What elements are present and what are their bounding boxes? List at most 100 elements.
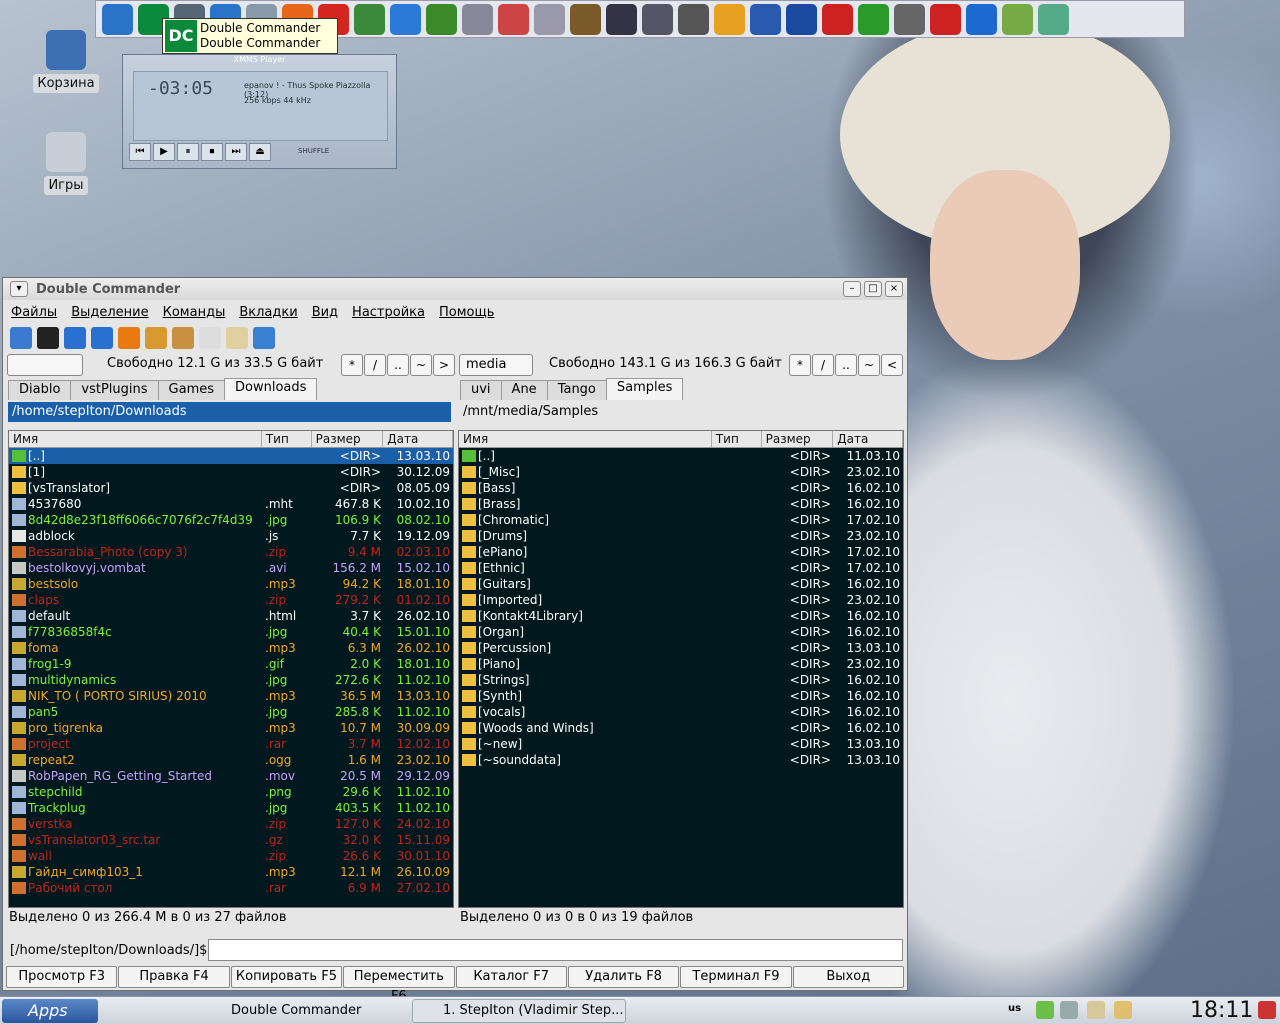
column-header-1[interactable]: Тип [712, 431, 762, 447]
apps-menu-button[interactable]: Apps [2, 999, 98, 1023]
xchat-icon[interactable] [426, 3, 457, 35]
file-row[interactable]: stepchild .png 29.6 K 11.02.10 [9, 784, 453, 800]
right-nav-button[interactable]: .. [835, 354, 857, 376]
paste-icon[interactable] [226, 327, 248, 349]
right-nav-button[interactable]: / [812, 354, 834, 376]
column-header-0[interactable]: Имя [9, 431, 262, 447]
network-icon[interactable] [930, 3, 961, 35]
notes-icon[interactable] [534, 3, 565, 35]
book-icon[interactable] [570, 3, 601, 35]
photo-icon[interactable] [354, 3, 385, 35]
file-row[interactable]: Bessarabia_Photo (copy 3) .zip 9.4 M 02.03.… [9, 544, 453, 560]
window-menu-icon[interactable]: ▾ [10, 281, 28, 297]
right-path[interactable]: /mnt/media/Samples [459, 402, 903, 422]
file-manager-icon[interactable] [102, 3, 133, 35]
file-row[interactable]: [~new] <DIR> 13.03.10 [459, 736, 903, 752]
file-row[interactable]: verstka .zip 127.0 K 24.02.10 [9, 816, 453, 832]
menu-item[interactable]: Команды [163, 305, 226, 320]
shield-icon[interactable] [894, 3, 925, 35]
file-row[interactable]: pro_tigrenka .mp3 10.7 M 30.09.09 [9, 720, 453, 736]
file-row[interactable]: Trackplug .jpg 403.5 K 11.02.10 [9, 800, 453, 816]
file-row[interactable]: 8d42d8e23f18ff6066c7076f2c7f4d39 .jpg 106.… [9, 512, 453, 528]
function-key-button[interactable]: Копировать F5 [230, 966, 343, 988]
file-row[interactable]: [..] <DIR> 13.03.10 [9, 448, 453, 464]
file-row[interactable]: bestolkovyj.vombat .avi 156.2 M 15.02.10 [9, 560, 453, 576]
tool-icon[interactable] [390, 3, 421, 35]
xmms-control-button[interactable]: ⏹ [201, 143, 223, 161]
file-row[interactable]: [ePiano] <DIR> 17.02.10 [459, 544, 903, 560]
monitor-icon[interactable] [498, 3, 529, 35]
xmms-control-button[interactable]: ▶ [153, 143, 175, 161]
file-row[interactable]: [Guitars] <DIR> 16.02.10 [459, 576, 903, 592]
earth-icon[interactable] [966, 3, 997, 35]
file-row[interactable]: [_Misc] <DIR> 23.02.10 [459, 464, 903, 480]
menu-item[interactable]: Настройка [352, 305, 425, 320]
command-line-input[interactable] [208, 939, 903, 961]
function-key-button[interactable]: Терминал F9 [680, 966, 792, 988]
left-file-panel[interactable]: Имя Тип Размер Дата [..] <DIR> 13.03.10 [1] <DIR… [8, 430, 454, 908]
function-key-button[interactable]: Выход [792, 966, 904, 988]
remove-icon[interactable] [91, 327, 113, 349]
file-row[interactable]: [vocals] <DIR> 16.02.10 [459, 704, 903, 720]
right-nav-button[interactable]: * [789, 354, 811, 376]
menu-item[interactable]: Помощь [439, 305, 494, 320]
column-header-2[interactable]: Размер [762, 431, 834, 447]
file-row[interactable]: [~sounddata] <DIR> 13.03.10 [459, 752, 903, 768]
file-row[interactable]: [Strings] <DIR> 16.02.10 [459, 672, 903, 688]
file-row[interactable]: wall .zip 26.6 K 30.01.10 [9, 848, 453, 864]
clipboard-icon[interactable] [1087, 1001, 1105, 1019]
file-row[interactable]: [Organ] <DIR> 16.02.10 [459, 624, 903, 640]
task-terminal[interactable]: 1. StepIton (Vladimir Step... [412, 999, 626, 1023]
esc-icon[interactable] [786, 3, 817, 35]
left-nav-button[interactable]: ~ [410, 354, 432, 376]
right-nav-button[interactable]: < [881, 354, 903, 376]
tab-left[interactable]: Downloads [224, 378, 318, 400]
file-row[interactable]: vsTranslator03_src.tar .gz 32.0 K 15.11.09 [9, 832, 453, 848]
green-icon[interactable] [1002, 3, 1033, 35]
logout-icon[interactable] [1258, 1001, 1276, 1019]
file-row[interactable]: Гайдн_симф103_1 .mp3 12.1 M 26.10.09 [9, 864, 453, 880]
file-row[interactable]: [Piano] <DIR> 23.02.10 [459, 656, 903, 672]
file-row[interactable]: [Imported] <DIR> 23.02.10 [459, 592, 903, 608]
file-row[interactable]: foma .mp3 6.3 M 26.02.10 [9, 640, 453, 656]
tab-right[interactable]: Ane [500, 380, 548, 400]
function-key-button[interactable]: Удалить F8 [567, 966, 680, 988]
column-header-2[interactable]: Размер [312, 431, 384, 447]
tab-right[interactable]: Samples [605, 378, 684, 400]
copy-icon[interactable] [145, 327, 167, 349]
left-drive-button[interactable] [7, 354, 83, 376]
menu-item[interactable]: Вид [312, 305, 338, 320]
file-row[interactable]: claps .zip 279.2 K 01.02.10 [9, 592, 453, 608]
xmms-control-button[interactable]: ⏭ [225, 143, 247, 161]
file-row[interactable]: adblock .js 7.7 K 19.12.09 [9, 528, 453, 544]
tray-icon[interactable] [1036, 1001, 1054, 1019]
move-icon[interactable] [172, 327, 194, 349]
close-button[interactable]: × [885, 281, 903, 297]
file-row[interactable]: default .html 3.7 K 26.02.10 [9, 608, 453, 624]
terminal-icon[interactable] [37, 327, 59, 349]
file-row[interactable]: repeat2 .ogg 1.6 M 23.02.10 [9, 752, 453, 768]
menu-item[interactable]: Файлы [11, 305, 57, 320]
activity-icon[interactable] [822, 3, 853, 35]
tab-left[interactable]: Diablo [8, 380, 72, 400]
right-drive-button[interactable]: media [459, 354, 533, 376]
xmms-shuffle[interactable]: SHUFFLE [298, 147, 329, 155]
file-row[interactable]: pan5 .jpg 285.8 K 11.02.10 [9, 704, 453, 720]
right-nav-button[interactable]: ~ [858, 354, 880, 376]
file-row[interactable]: NIK_TO ( PORTO SIRIUS) 2010 .mp3 36.5 M 13.… [9, 688, 453, 704]
left-nav-button[interactable]: .. [387, 354, 409, 376]
function-key-button[interactable]: Переместить F6 [343, 966, 455, 1004]
tab-right[interactable]: uvi [460, 380, 502, 400]
function-key-button[interactable]: Просмотр F3 [6, 966, 118, 988]
text-editor-icon[interactable] [750, 3, 781, 35]
file-row[interactable]: multidynamics .jpg 272.6 K 11.02.10 [9, 672, 453, 688]
file-row[interactable]: f77836858f4c .jpg 40.4 K 15.01.10 [9, 624, 453, 640]
file-row[interactable]: 4537680 .mht 467.8 K 10.02.10 [9, 496, 453, 512]
add-icon[interactable] [64, 327, 86, 349]
xmms-player[interactable]: XMMS Player -03:05 epanov ! - Thus Spoke… [122, 54, 397, 169]
tab-left[interactable]: vstPlugins [70, 380, 159, 400]
file-row[interactable]: [Ethnic] <DIR> 17.02.10 [459, 560, 903, 576]
disk-icon[interactable] [642, 3, 673, 35]
file-row[interactable]: [Drums] <DIR> 23.02.10 [459, 528, 903, 544]
column-header-3[interactable]: Дата [833, 431, 903, 447]
